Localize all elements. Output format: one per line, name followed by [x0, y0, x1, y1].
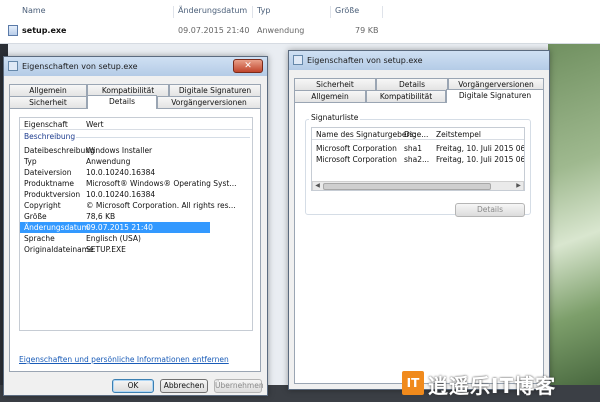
window-icon	[293, 55, 303, 65]
signer-name: Microsoft Corporation	[316, 155, 397, 164]
tab-allgemein[interactable]: Allgemein	[294, 90, 366, 102]
property-row[interactable]: Produktversion 10.0.10240.16384	[20, 189, 210, 200]
tab-details[interactable]: Details	[87, 95, 157, 109]
header-value[interactable]: Wert	[86, 120, 104, 129]
property-name: Dateibeschreibung	[24, 146, 95, 155]
section-label: Beschreibung	[24, 132, 76, 141]
property-value: SETUP.EXE	[86, 245, 126, 254]
property-row[interactable]: Copyright © Microsoft Corporation. All ri…	[20, 200, 236, 211]
header-property[interactable]: Eigenschaft	[24, 120, 68, 129]
file-type: Anwendung	[257, 26, 305, 35]
property-name: Produktname	[24, 179, 74, 188]
column-date[interactable]: Änderungsdatum	[178, 6, 247, 15]
property-value: 10.0.10240.16384	[86, 168, 156, 177]
tab-digitale-signaturen[interactable]: Digitale Signaturen	[169, 84, 261, 96]
digest-algorithm: sha1	[404, 144, 423, 153]
signature-row[interactable]: Microsoft Corporation sha1 Freitag, 10. …	[312, 143, 525, 154]
property-row[interactable]: Typ Anwendung	[20, 156, 210, 167]
property-value: Windows Installer	[86, 146, 153, 155]
tab-sicherheit[interactable]: Sicherheit	[9, 96, 87, 108]
property-value: Englisch (USA)	[86, 234, 141, 243]
header-signer[interactable]: Name des Signaturgebers:	[316, 130, 416, 139]
remove-properties-link[interactable]: Eigenschaften und persönliche Informatio…	[19, 355, 229, 364]
property-name: Produktversion	[24, 190, 81, 199]
file-list-header: Name Änderungsdatum Typ Größe	[0, 4, 600, 18]
header-digest[interactable]: Dige...	[404, 130, 428, 139]
properties-list-header: Eigenschaft Wert	[20, 118, 252, 130]
header-timestamp[interactable]: Zeitstempel	[436, 130, 481, 139]
title-bar[interactable]: Eigenschaften von setup.exe ✕	[4, 57, 267, 76]
tab-digitale-signaturen[interactable]: Digitale Signaturen	[446, 89, 544, 103]
title-bar[interactable]: Eigenschaften von setup.exe	[289, 51, 549, 70]
file-row[interactable]: setup.exe 09.07.2015 21:40 Anwendung 79 …	[0, 24, 600, 38]
scroll-right-icon[interactable]: ▶	[514, 182, 523, 190]
tab-content: Signaturliste Name des Signaturgebers: D…	[294, 102, 544, 384]
signature-row[interactable]: Microsoft Corporation sha2... Freitag, 1…	[312, 154, 525, 165]
scroll-left-icon[interactable]: ◀	[313, 182, 322, 190]
property-row[interactable]: Produktname Microsoft® Windows® Operating…	[20, 178, 236, 189]
signature-list-label: Signaturliste	[309, 113, 361, 122]
property-row[interactable]: Änderungsdatum 09.07.2015 21:40	[20, 222, 210, 233]
file-size: 79 KB	[355, 26, 379, 35]
apply-button[interactable]: Übernehmen	[214, 379, 264, 393]
watermark-logo: IT	[402, 371, 424, 395]
column-type[interactable]: Typ	[257, 6, 270, 15]
signer-name: Microsoft Corporation	[316, 144, 397, 153]
site-watermark: IT 逍遥乐IT博客	[402, 369, 598, 399]
property-value: Anwendung	[86, 157, 131, 166]
tab-content: Eigenschaft Wert Beschreibung Dateibesch…	[9, 108, 261, 372]
close-button[interactable]: ✕	[233, 59, 263, 73]
tab-kompatibilitaet[interactable]: Kompatibilität	[366, 90, 446, 102]
property-name: Änderungsdatum	[24, 223, 89, 232]
tab-sicherheit[interactable]: Sicherheit	[294, 78, 376, 90]
ok-button[interactable]: OK	[112, 379, 154, 393]
window-title: Eigenschaften von setup.exe	[307, 56, 423, 65]
tab-vorgaengerversionen[interactable]: Vorgängerversionen	[157, 96, 261, 108]
property-name: Originaldateiname	[24, 245, 94, 254]
cancel-button[interactable]: Abbrechen	[160, 379, 208, 393]
explorer-file-list: Name Änderungsdatum Typ Größe setup.exe …	[0, 0, 600, 44]
window-icon	[8, 61, 18, 71]
column-name[interactable]: Name	[22, 6, 46, 15]
property-name: Sprache	[24, 234, 55, 243]
properties-list[interactable]: Eigenschaft Wert Beschreibung Dateibesch…	[19, 117, 253, 331]
timestamp: Freitag, 10. Juli 2015 06:40:1	[436, 144, 525, 153]
timestamp: Freitag, 10. Juli 2015 06:40:1	[436, 155, 525, 164]
details-button[interactable]: Details	[455, 203, 525, 217]
signature-list[interactable]: Name des Signaturgebers: Dige... Zeitste…	[311, 127, 525, 191]
properties-window-signatures: Eigenschaften von setup.exe Sicherheit D…	[288, 50, 550, 390]
property-row[interactable]: Dateiversion 10.0.10240.16384	[20, 167, 210, 178]
digest-algorithm: sha2...	[404, 155, 430, 164]
window-title: Eigenschaften von setup.exe	[22, 62, 138, 71]
desktop-background	[548, 40, 600, 402]
property-row[interactable]: Größe 78,6 KB	[20, 211, 210, 222]
properties-window-details: Eigenschaften von setup.exe ✕ Allgemein …	[3, 56, 268, 396]
signature-list-header: Name des Signaturgebers: Dige... Zeitste…	[312, 128, 524, 140]
property-row[interactable]: Dateibeschreibung Windows Installer	[20, 145, 210, 156]
property-row[interactable]: Originaldateiname SETUP.EXE	[20, 244, 210, 255]
section-divider	[76, 137, 250, 138]
property-name: Typ	[24, 157, 37, 166]
tab-details[interactable]: Details	[376, 78, 448, 90]
property-name: Copyright	[24, 201, 61, 210]
exe-file-icon	[8, 25, 18, 36]
file-name: setup.exe	[22, 26, 67, 35]
property-value: Microsoft® Windows® Operating Syst...	[86, 179, 237, 188]
watermark-text: 逍遥乐IT博客	[428, 374, 557, 398]
property-value: 78,6 KB	[86, 212, 116, 221]
horizontal-scrollbar[interactable]: ◀ ▶	[312, 181, 524, 190]
property-name: Größe	[24, 212, 47, 221]
property-value: 10.0.10240.16384	[86, 190, 156, 199]
property-value: 09.07.2015 21:40	[86, 223, 153, 232]
property-name: Dateiversion	[24, 168, 72, 177]
section-heading: Beschreibung	[24, 132, 75, 141]
file-date: 09.07.2015 21:40	[178, 26, 250, 35]
tab-allgemein[interactable]: Allgemein	[9, 84, 87, 96]
property-row[interactable]: Sprache Englisch (USA)	[20, 233, 210, 244]
property-value: © Microsoft Corporation. All rights res.…	[86, 201, 236, 210]
scroll-thumb[interactable]	[323, 183, 491, 190]
column-size[interactable]: Größe	[335, 6, 359, 15]
